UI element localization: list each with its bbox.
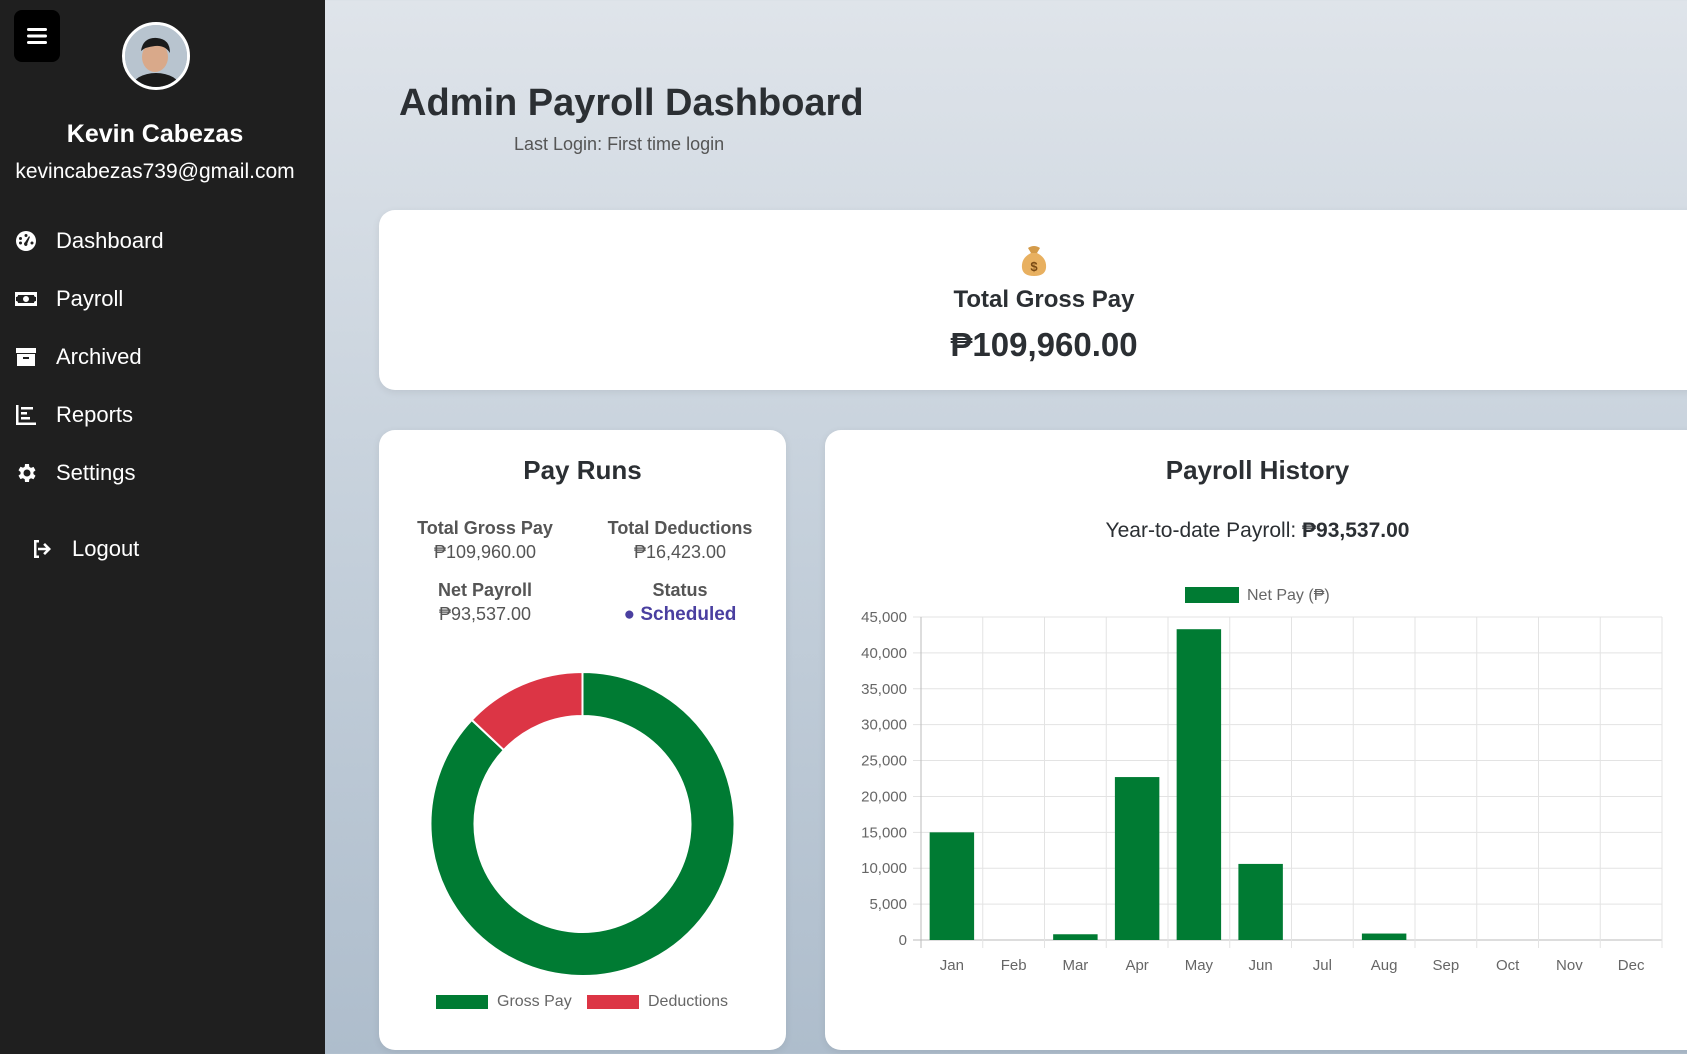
- sidebar-item-label: Archived: [56, 344, 142, 369]
- x-tick-label: Mar: [1062, 957, 1088, 974]
- hamburger-icon: [27, 28, 47, 44]
- logout-button[interactable]: Logout: [30, 536, 139, 562]
- bar-may[interactable]: [1176, 629, 1222, 940]
- gross-card-value: ₱109,960.00: [950, 326, 1138, 363]
- sidebar: Kevin Cabezas kevincabezas739@gmail.com …: [0, 0, 325, 1054]
- ytd-label: Year-to-date Payroll:: [1105, 519, 1303, 542]
- x-tick-label: Dec: [1618, 957, 1645, 974]
- net-payroll-value: ₱93,537.00: [438, 604, 532, 624]
- dashboard-icon: [16, 231, 36, 251]
- payroll-history-title: Payroll History: [1165, 455, 1350, 485]
- ytd-value: ₱93,537.00: [1302, 519, 1410, 542]
- x-tick-label: Nov: [1556, 957, 1583, 974]
- legend-label-deductions: Deductions: [648, 993, 728, 1010]
- total-deductions-label: Total Deductions: [607, 518, 753, 538]
- x-tick-label: Jun: [1249, 957, 1273, 974]
- sidebar-item-label: Settings: [56, 460, 136, 485]
- legend-swatch-net-pay: [1185, 587, 1239, 603]
- sidebar-item-archived[interactable]: Archived: [14, 344, 142, 370]
- gear-icon: [18, 464, 36, 482]
- total-deductions-value: ₱16,423.00: [633, 542, 727, 562]
- menu-toggle-button[interactable]: [14, 10, 60, 62]
- sidebar-item-settings[interactable]: Settings: [14, 460, 136, 486]
- user-email: kevincabezas739@gmail.com: [15, 160, 295, 183]
- money-bag-icon: $: [1021, 246, 1047, 276]
- gross-card-label: Total Gross Pay: [953, 286, 1135, 313]
- legend-swatch-deductions: [587, 995, 639, 1009]
- y-tick-label: 0: [899, 932, 907, 949]
- x-tick-label: Feb: [1001, 957, 1027, 974]
- sidebar-item-label: Dashboard: [56, 228, 164, 253]
- user-name: Kevin Cabezas: [66, 120, 244, 148]
- x-tick-label: Aug: [1371, 957, 1398, 974]
- x-tick-label: Jan: [940, 957, 964, 974]
- x-tick-label: Jul: [1313, 957, 1332, 974]
- last-login-text: Last Login: First time login: [514, 134, 725, 154]
- bar-jun[interactable]: [1238, 863, 1283, 940]
- archive-icon: [16, 348, 36, 366]
- legend-swatch-gross: [436, 995, 488, 1009]
- page-title: Admin Payroll Dashboard: [399, 82, 864, 124]
- legend-label-gross: Gross Pay: [497, 993, 572, 1010]
- bar-apr[interactable]: [1114, 777, 1160, 940]
- donut-legend: Gross Pay Deductions: [436, 993, 728, 1010]
- logout-icon: [34, 540, 51, 558]
- legend-label-net-pay: Net Pay (₱): [1247, 587, 1330, 604]
- y-tick-label: 10,000: [861, 860, 907, 877]
- sidebar-item-payroll[interactable]: Payroll: [14, 286, 123, 312]
- status-badge: ● Scheduled: [623, 604, 737, 625]
- x-tick-label: Sep: [1433, 957, 1460, 974]
- y-tick-label: 40,000: [861, 645, 907, 662]
- chart-icon: [16, 405, 36, 425]
- svg-text:$: $: [1030, 259, 1038, 274]
- sidebar-item-label: Payroll: [56, 286, 124, 311]
- sidebar-item-dashboard[interactable]: Dashboard: [14, 228, 164, 254]
- y-tick-label: 5,000: [869, 896, 907, 913]
- logout-label: Logout: [72, 536, 140, 561]
- total-gross-value: ₱109,960.00: [433, 542, 537, 562]
- avatar-portrait-icon: [125, 25, 187, 87]
- avatar[interactable]: [122, 22, 190, 90]
- bar-mar[interactable]: [1053, 934, 1098, 940]
- bar-chart-legend: Net Pay (₱): [1185, 587, 1330, 604]
- y-tick-label: 25,000: [861, 753, 907, 770]
- sidebar-item-label: Reports: [56, 402, 134, 427]
- x-tick-label: May: [1185, 957, 1214, 974]
- sidebar-item-reports[interactable]: Reports: [14, 402, 133, 428]
- bar-aug[interactable]: [1361, 933, 1407, 940]
- total-gross-label: Total Gross Pay: [417, 518, 553, 538]
- y-tick-label: 35,000: [861, 681, 907, 698]
- y-tick-label: 20,000: [861, 788, 907, 805]
- x-tick-label: Apr: [1125, 957, 1148, 974]
- ytd-payroll: Year-to-date Payroll: ₱93,537.00: [825, 519, 1687, 543]
- net-payroll-label: Net Payroll: [437, 580, 533, 600]
- y-tick-label: 15,000: [861, 824, 907, 841]
- status-label: Status: [652, 580, 708, 600]
- pay-runs-donut-chart: Gross Pay Deductions: [429, 670, 736, 1010]
- money-icon: [15, 292, 37, 306]
- y-tick-label: 30,000: [861, 717, 907, 734]
- y-tick-label: 45,000: [861, 609, 907, 626]
- payroll-history-bar-chart: Net Pay (₱) 0 5,000 10,000 15,000 20,000 25,0…: [861, 587, 1663, 974]
- bar-jan[interactable]: [929, 832, 975, 940]
- x-tick-label: Oct: [1496, 957, 1520, 974]
- pay-runs-title: Pay Runs: [523, 455, 642, 485]
